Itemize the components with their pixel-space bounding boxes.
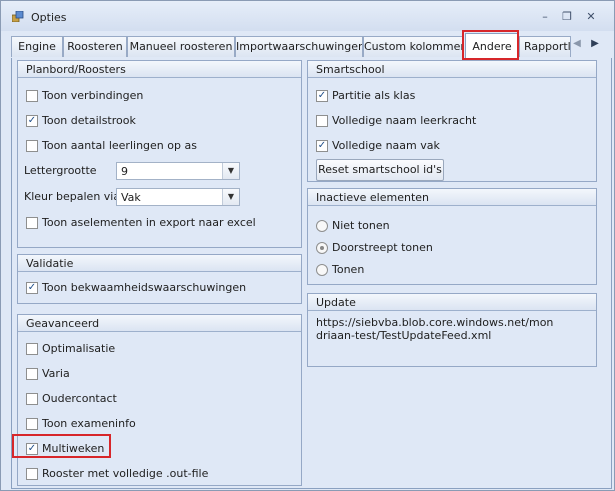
check-icon[interactable]: ✓ (26, 115, 38, 127)
checkbox-label: Oudercontact (42, 392, 117, 405)
lettergrootte-combo[interactable]: 9 ▼ (116, 162, 240, 180)
kleur-value: Vak (121, 191, 141, 204)
group-planbord-roosters: Planbord/Roosters Toon verbindingen ✓ To… (17, 60, 302, 248)
group-title: Inactieve elementen (308, 189, 596, 206)
tab-scroll-right-icon[interactable]: ▶ (589, 38, 601, 52)
checkbox-label: Volledige naam leerkracht (332, 114, 477, 127)
checkbox-label: Toon detailstrook (42, 114, 136, 127)
radio-button[interactable] (316, 220, 328, 232)
group-update: Update https://siebvba.blob.core.windows… (307, 293, 597, 367)
checkbox-label: Rooster met volledige .out-file (42, 467, 209, 480)
check-icon[interactable]: ✓ (316, 140, 328, 152)
radio-label: Tonen (332, 263, 365, 276)
group-title: Smartschool (308, 61, 596, 78)
app-icon (12, 11, 24, 22)
reset-smartschool-ids-button[interactable]: Reset smartschool id's (316, 159, 444, 181)
chevron-down-icon[interactable]: ▼ (222, 189, 239, 205)
kleur-combo[interactable]: Vak ▼ (116, 188, 240, 206)
tab-manueel-roosteren[interactable]: Manueel roosteren (127, 36, 235, 57)
checkbox-box[interactable] (26, 418, 38, 430)
group-title: Update (308, 294, 596, 311)
group-title: Geavanceerd (18, 315, 301, 332)
highlight-multiweken (12, 434, 111, 458)
checkbox-label: Varia (42, 367, 70, 380)
checkbox-box[interactable] (26, 140, 38, 152)
radio-button-selected[interactable] (316, 242, 328, 254)
checkbox-label: Volledige naam vak (332, 139, 440, 152)
checkbox-label: Toon aantal leerlingen op as (42, 139, 197, 152)
lettergrootte-value: 9 (121, 165, 128, 178)
highlight-tab-andere (462, 30, 519, 60)
tab-importwaarschuwingen[interactable]: Importwaarschuwingen (235, 36, 363, 57)
radio-label: Doorstreept tonen (332, 241, 433, 254)
tab-roosteren[interactable]: Roosteren (63, 36, 127, 57)
lettergrootte-label: Lettergrootte (24, 164, 97, 177)
checkbox-label: Toon exameninfo (42, 417, 136, 430)
group-geavanceerd: Geavanceerd Optimalisatie Varia Oudercon… (17, 314, 302, 486)
checkbox-label: Toon bekwaamheidswaarschuwingen (42, 281, 247, 294)
tab-custom-kolommen[interactable]: Custom kolommen (363, 36, 463, 57)
checkbox-box[interactable] (26, 368, 38, 380)
radio-button[interactable] (316, 264, 328, 276)
tab-rapportlay[interactable]: Rapportlay (519, 36, 571, 57)
checkbox-box[interactable] (26, 217, 38, 229)
checkbox-label: Toon aselementen in export naar excel (42, 216, 256, 229)
title-bar: Opties – ❐ ✕ (1, 1, 614, 31)
check-icon[interactable]: ✓ (26, 282, 38, 294)
group-inactieve-elementen: Inactieve elementen Niet tonen Doorstree… (307, 188, 597, 285)
minimize-button[interactable]: – (537, 10, 553, 24)
checkbox-box[interactable] (26, 468, 38, 480)
tab-strip: Engine Roosteren Manueel roosteren Impor… (11, 33, 612, 59)
checkbox-label: Optimalisatie (42, 342, 116, 355)
checkbox-label: Partitie als klas (332, 89, 416, 102)
checkbox-box[interactable] (26, 343, 38, 355)
tab-scroll-left-icon[interactable]: ◀ (571, 38, 583, 52)
checkbox-box[interactable] (316, 115, 328, 127)
kleur-label: Kleur bepalen via (24, 190, 121, 203)
checkbox-box[interactable] (26, 90, 38, 102)
options-window: Opties – ❐ ✕ Engine Roosteren Manueel ro… (0, 0, 615, 491)
chevron-down-icon[interactable]: ▼ (222, 163, 239, 179)
group-smartschool: Smartschool ✓ Partitie als klas Volledig… (307, 60, 597, 182)
group-title: Planbord/Roosters (18, 61, 301, 78)
tab-engine[interactable]: Engine (11, 36, 63, 57)
group-title: Validatie (18, 255, 301, 272)
check-icon[interactable]: ✓ (316, 90, 328, 102)
checkbox-label: Toon verbindingen (42, 89, 144, 102)
restore-button[interactable]: ❐ (559, 10, 575, 24)
window-title: Opties (31, 11, 67, 24)
radio-label: Niet tonen (332, 219, 390, 232)
checkbox-box[interactable] (26, 393, 38, 405)
update-url: https://siebvba.blob.core.windows.net/mo… (316, 316, 554, 342)
group-validatie: Validatie ✓ Toon bekwaamheidswaarschuwin… (17, 254, 302, 304)
tab-content-andere: Planbord/Roosters Toon verbindingen ✓ To… (11, 58, 612, 489)
close-button[interactable]: ✕ (583, 10, 599, 24)
